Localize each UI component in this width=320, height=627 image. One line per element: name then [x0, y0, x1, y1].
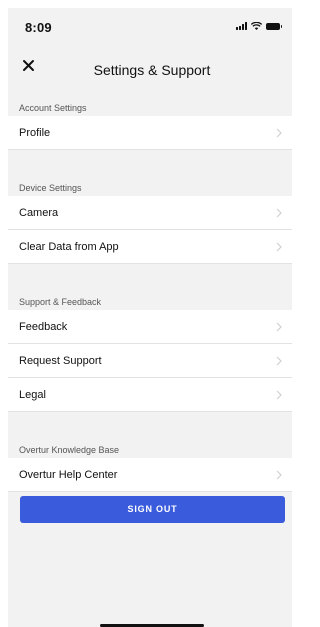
settings-item-label: Overtur Help Center — [19, 469, 118, 481]
status-time: 8:09 — [25, 20, 52, 35]
settings-item-label: Clear Data from App — [19, 241, 119, 253]
status-bar: 8:09 — [8, 8, 292, 44]
section-header-account: Account Settings — [8, 90, 292, 116]
chevron-right-icon — [276, 322, 282, 332]
signal-icon — [236, 22, 247, 30]
chevron-right-icon — [276, 470, 282, 480]
status-icons — [236, 22, 282, 30]
settings-item-camera[interactable]: Camera — [8, 196, 292, 230]
settings-item-help-center[interactable]: Overtur Help Center — [8, 458, 292, 492]
section-header-device: Device Settings — [8, 150, 292, 196]
settings-item-profile[interactable]: Profile — [8, 116, 292, 150]
section-header-support: Support & Feedback — [8, 264, 292, 310]
chevron-right-icon — [276, 128, 282, 138]
wifi-icon — [251, 22, 262, 30]
settings-item-label: Feedback — [19, 321, 68, 333]
chevron-right-icon — [276, 242, 282, 252]
section-header-knowledge-base: Overtur Knowledge Base — [8, 412, 292, 458]
chevron-right-icon — [276, 390, 282, 400]
settings-item-label: Request Support — [19, 355, 102, 367]
chevron-right-icon — [276, 356, 282, 366]
header: Settings & Support — [8, 44, 292, 90]
battery-icon — [266, 22, 282, 30]
app-screen: 8:09 Settings & Support Account Settings… — [8, 8, 292, 627]
chevron-right-icon — [276, 208, 282, 218]
settings-item-legal[interactable]: Legal — [8, 378, 292, 412]
settings-item-feedback[interactable]: Feedback — [8, 310, 292, 344]
page-title: Settings & Support — [93, 62, 211, 78]
sign-out-button[interactable]: SIGN OUT — [20, 496, 285, 523]
settings-item-label: Camera — [19, 207, 59, 219]
settings-item-request-support[interactable]: Request Support — [8, 344, 292, 378]
settings-item-clear-data[interactable]: Clear Data from App — [8, 230, 292, 264]
settings-item-label: Profile — [19, 127, 51, 139]
settings-list: Account Settings Profile Device Settings… — [8, 90, 292, 492]
settings-item-label: Legal — [19, 389, 46, 401]
